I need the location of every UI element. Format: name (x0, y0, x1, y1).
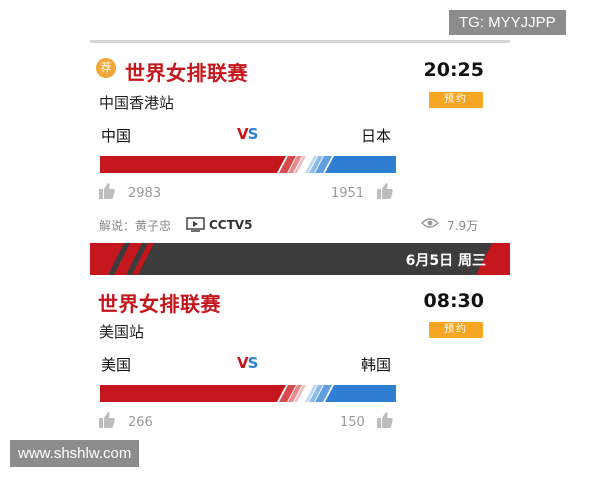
thumbs-up-icon[interactable] (377, 183, 393, 199)
home-team: 中国 (101, 127, 132, 145)
home-support-segment (100, 156, 286, 173)
view-count: 7.9万 (447, 219, 479, 233)
support-bar (100, 156, 396, 173)
home-likes: 266 (128, 415, 153, 430)
support-bar (100, 385, 396, 402)
watermark-url: www.shshlw.com (10, 440, 140, 467)
recommend-badge-icon: 荐 (96, 58, 116, 78)
stage-name: 美国站 (99, 323, 145, 341)
stage-name: 中国香港站 (99, 94, 175, 112)
thumbs-up-icon[interactable] (99, 183, 115, 199)
home-support-segment (100, 385, 286, 402)
date-label: 6月5日 周三 (405, 253, 486, 269)
match-list: 荐 世界女排联赛 20:25 中国香港站 预约 中国 VS 日本 2983 19… (90, 40, 510, 440)
away-likes: 150 (340, 415, 365, 430)
away-likes: 1951 (331, 186, 365, 201)
home-team: 美国 (101, 356, 132, 374)
reserve-button[interactable]: 预约 (429, 322, 483, 338)
thumbs-up-icon[interactable] (377, 412, 393, 428)
channel-name: CCTV5 (209, 218, 253, 232)
watermark-telegram: TG: MYYJJPP (449, 10, 566, 35)
league-title: 世界女排联赛 (125, 61, 248, 85)
away-team: 韩国 (361, 356, 392, 374)
home-likes: 2983 (128, 186, 162, 201)
league-title: 世界女排联赛 (98, 292, 221, 316)
eye-icon (421, 218, 439, 228)
away-support-segment (325, 385, 396, 402)
away-support-segment (325, 156, 396, 173)
match-time: 20:25 (423, 59, 484, 81)
date-header-bar: 6月5日 周三 (90, 243, 510, 275)
commentator: 解说：黄子忠 (99, 219, 172, 233)
thumbs-up-icon[interactable] (99, 412, 115, 428)
reserve-button[interactable]: 预约 (429, 92, 483, 108)
vs-label: VS (237, 354, 258, 372)
match-time: 08:30 (423, 290, 484, 312)
tv-icon (186, 217, 205, 232)
away-team: 日本 (361, 127, 392, 145)
vs-label: VS (237, 125, 258, 143)
